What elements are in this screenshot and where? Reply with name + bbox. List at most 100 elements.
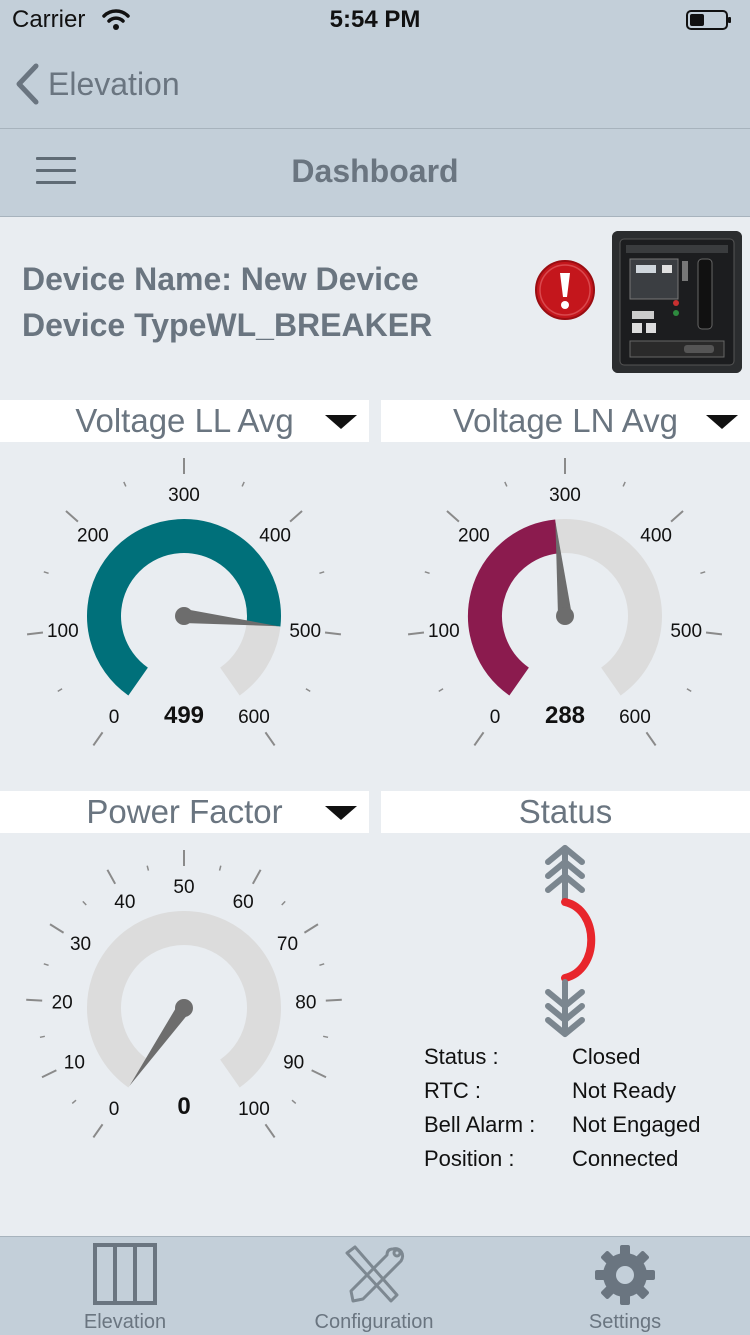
gauge-2-title: Voltage LN Avg xyxy=(452,402,679,439)
status-value: Connected xyxy=(572,1146,679,1171)
gauge-tick xyxy=(92,1123,104,1138)
status-row: Bell Alarm : Not Engaged xyxy=(424,1108,700,1142)
gauge-tick xyxy=(324,631,342,636)
gauge-tick-label: 300 xyxy=(549,485,581,506)
gauge-value: 499 xyxy=(164,702,204,729)
elevation-icon xyxy=(93,1243,157,1305)
gauge-tick xyxy=(26,631,44,636)
tab-elevation[interactable]: Elevation xyxy=(60,1237,190,1335)
gauge-3-title: Power Factor xyxy=(86,793,283,830)
status-header: Status xyxy=(381,791,750,833)
gauge-tick xyxy=(281,900,286,906)
gauge-tick xyxy=(264,1123,276,1138)
tab-label: Configuration xyxy=(314,1311,434,1333)
battery-icon xyxy=(686,10,731,30)
gauge-tick xyxy=(645,731,657,746)
gauge-tick xyxy=(670,510,684,523)
gauge-tick xyxy=(264,731,276,746)
status-key: Position : xyxy=(424,1146,515,1171)
gauge-tick-label: 600 xyxy=(238,707,270,728)
dropdown-caret-icon[interactable] xyxy=(325,415,357,429)
gauge-tick-label: 30 xyxy=(70,934,91,955)
gear-icon xyxy=(595,1245,655,1305)
page-title: Dashboard xyxy=(291,153,459,189)
gauge-tick xyxy=(82,900,87,906)
gauge-tick-label: 20 xyxy=(52,992,73,1013)
gauge-2-header[interactable]: Voltage LN Avg xyxy=(381,400,750,442)
gauge-3-header[interactable]: Power Factor xyxy=(0,791,369,833)
clock: 5:54 PM xyxy=(329,6,421,33)
gauge-tick xyxy=(303,923,319,934)
gauge-tick xyxy=(43,963,49,967)
gauge-tick-label: 70 xyxy=(277,934,298,955)
gauge-tick xyxy=(218,865,222,871)
gauge-tick xyxy=(446,510,460,523)
device-type: Device TypeWL_BREAKER xyxy=(22,307,433,343)
voltage-ll-gauge: 0 100 200 300 400 500 600 499 xyxy=(26,458,342,746)
gauge-tick xyxy=(39,1035,46,1039)
status-row: RTC : Not Ready xyxy=(424,1074,700,1108)
gauge-tick-label: 40 xyxy=(114,892,135,913)
status-bar: Carrier 5:54 PM xyxy=(0,0,750,40)
tab-bar: Elevation Configuration Settings xyxy=(0,1236,750,1335)
gauge-tick-label: 200 xyxy=(77,526,109,547)
gauge-tick xyxy=(322,1035,329,1039)
gauge-tick xyxy=(700,571,706,575)
gauge-tick-label: 100 xyxy=(47,621,79,642)
status-value: Not Engaged xyxy=(572,1112,701,1137)
alarm-icon[interactable] xyxy=(534,259,596,321)
breaker-status-graphic xyxy=(545,845,596,1037)
gauge-tick-label: 400 xyxy=(640,526,672,547)
gauge-tick xyxy=(251,869,262,885)
gauge-tick xyxy=(49,923,65,934)
device-image xyxy=(612,231,742,373)
status-value: Not Ready xyxy=(572,1078,676,1103)
gauge-tick xyxy=(146,865,150,871)
device-info: Device Name: New Device Device TypeWL_BR… xyxy=(22,256,432,348)
gauge-tick xyxy=(123,481,127,487)
navigation-bar: Elevation xyxy=(0,40,750,129)
gauge-tick xyxy=(43,571,49,575)
gauge-tick xyxy=(241,481,245,487)
gauge-tick xyxy=(622,481,626,487)
tab-settings[interactable]: Settings xyxy=(560,1237,690,1335)
tab-configuration[interactable]: Configuration xyxy=(300,1237,448,1335)
gauge-value: 0 xyxy=(177,1093,190,1120)
gauge-tick xyxy=(41,1069,57,1079)
gauge-tick xyxy=(305,688,311,692)
voltage-ln-gauge: 0 100 200 300 400 500 600 288 xyxy=(407,458,723,746)
dropdown-caret-icon[interactable] xyxy=(706,415,738,429)
gauge-tick xyxy=(319,963,325,967)
gauge-tick-label: 90 xyxy=(283,1052,304,1073)
gauge-1-title: Voltage LL Avg xyxy=(75,402,294,439)
gauge-tick-label: 500 xyxy=(670,621,702,642)
gauge-fill xyxy=(468,519,560,696)
gauge-tick-label: 100 xyxy=(428,621,460,642)
status-title: Status xyxy=(518,793,613,830)
gauge-hub xyxy=(556,607,574,625)
back-label: Elevation xyxy=(48,65,180,102)
gauge-tick xyxy=(106,869,117,885)
dropdown-caret-icon[interactable] xyxy=(325,806,357,820)
status-row: Status : Closed xyxy=(424,1040,700,1074)
gauge-tick-label: 0 xyxy=(109,1099,120,1120)
gauge-tick-label: 60 xyxy=(233,892,254,913)
gauge-tick-label: 80 xyxy=(295,992,316,1013)
gauge-tick xyxy=(504,481,508,487)
gauge-tick xyxy=(71,1099,77,1105)
gauge-tick xyxy=(438,688,444,692)
gauge-tick xyxy=(705,631,723,636)
gauge-hub xyxy=(175,999,193,1017)
gauge-tick-label: 0 xyxy=(490,707,501,728)
gauge-value: 288 xyxy=(545,702,585,729)
gauge-1-header[interactable]: Voltage LL Avg xyxy=(0,400,369,442)
gauge-tick-label: 10 xyxy=(64,1052,85,1073)
gauge-tick xyxy=(291,1099,297,1105)
status-key: RTC : xyxy=(424,1078,482,1103)
gauge-tick xyxy=(26,998,43,1002)
chevron-left-icon xyxy=(16,63,39,105)
gauge-tick-label: 400 xyxy=(259,526,291,547)
gauge-tick-label: 600 xyxy=(619,707,651,728)
back-button[interactable]: Elevation xyxy=(14,60,180,108)
gauge-tick xyxy=(325,998,342,1002)
